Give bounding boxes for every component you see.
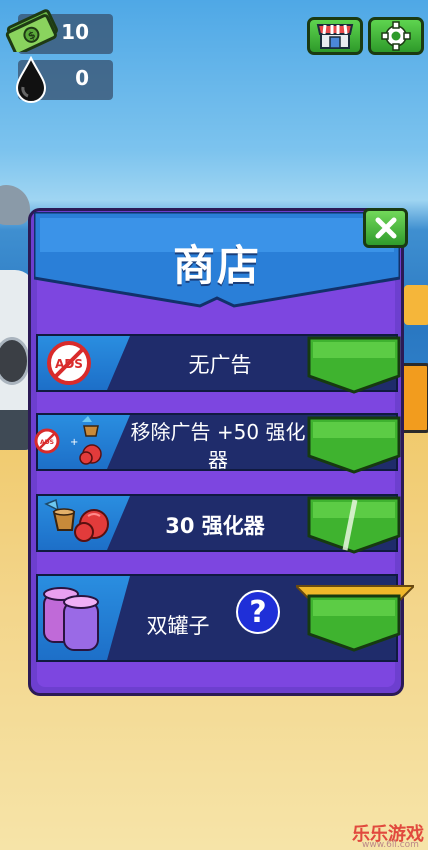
info-button[interactable]: ? — [236, 590, 280, 634]
no-ads-icon: ADS — [47, 341, 91, 385]
buy-button-double-jars[interactable] — [307, 594, 401, 652]
money-value: 10 — [61, 20, 89, 44]
item-label-boosts: 30 强化器 — [165, 514, 265, 538]
background-rock — [0, 185, 30, 225]
background-crate — [404, 285, 428, 325]
buy-button-no-ads[interactable] — [307, 336, 401, 394]
oil-value: 0 — [75, 66, 89, 90]
settings-button[interactable] — [368, 17, 424, 55]
watermark-url: www.6ll.com — [362, 840, 419, 850]
no-ads-plus-boost-icon: ADS + — [34, 416, 102, 465]
item-label-line: 器 — [208, 448, 228, 472]
background-crate — [400, 363, 428, 433]
gear-icon — [381, 21, 411, 51]
buy-button-boosts[interactable] — [307, 496, 401, 554]
buy-button-no-ads-bundle[interactable] — [307, 416, 401, 474]
oil-drop-icon — [15, 56, 47, 103]
shop-title: 商店 — [172, 241, 261, 290]
item-label-line: 移除广告 +50 强化 — [130, 420, 306, 444]
item-label-double-jars: 双罐子 — [146, 614, 210, 638]
cash-icon: $ — [5, 9, 58, 52]
item-label-no-ads-bundle: 移除广告 +50 强化 器 — [120, 418, 316, 474]
close-button[interactable] — [363, 208, 408, 248]
storefront-icon — [316, 24, 354, 49]
double-jars-icon — [43, 587, 99, 651]
item-label-no-ads: 无广告 — [188, 353, 252, 377]
svg-text:+: + — [70, 437, 78, 448]
boost-items-icon — [44, 498, 109, 542]
shop-button[interactable] — [307, 17, 363, 55]
close-icon — [375, 217, 396, 239]
